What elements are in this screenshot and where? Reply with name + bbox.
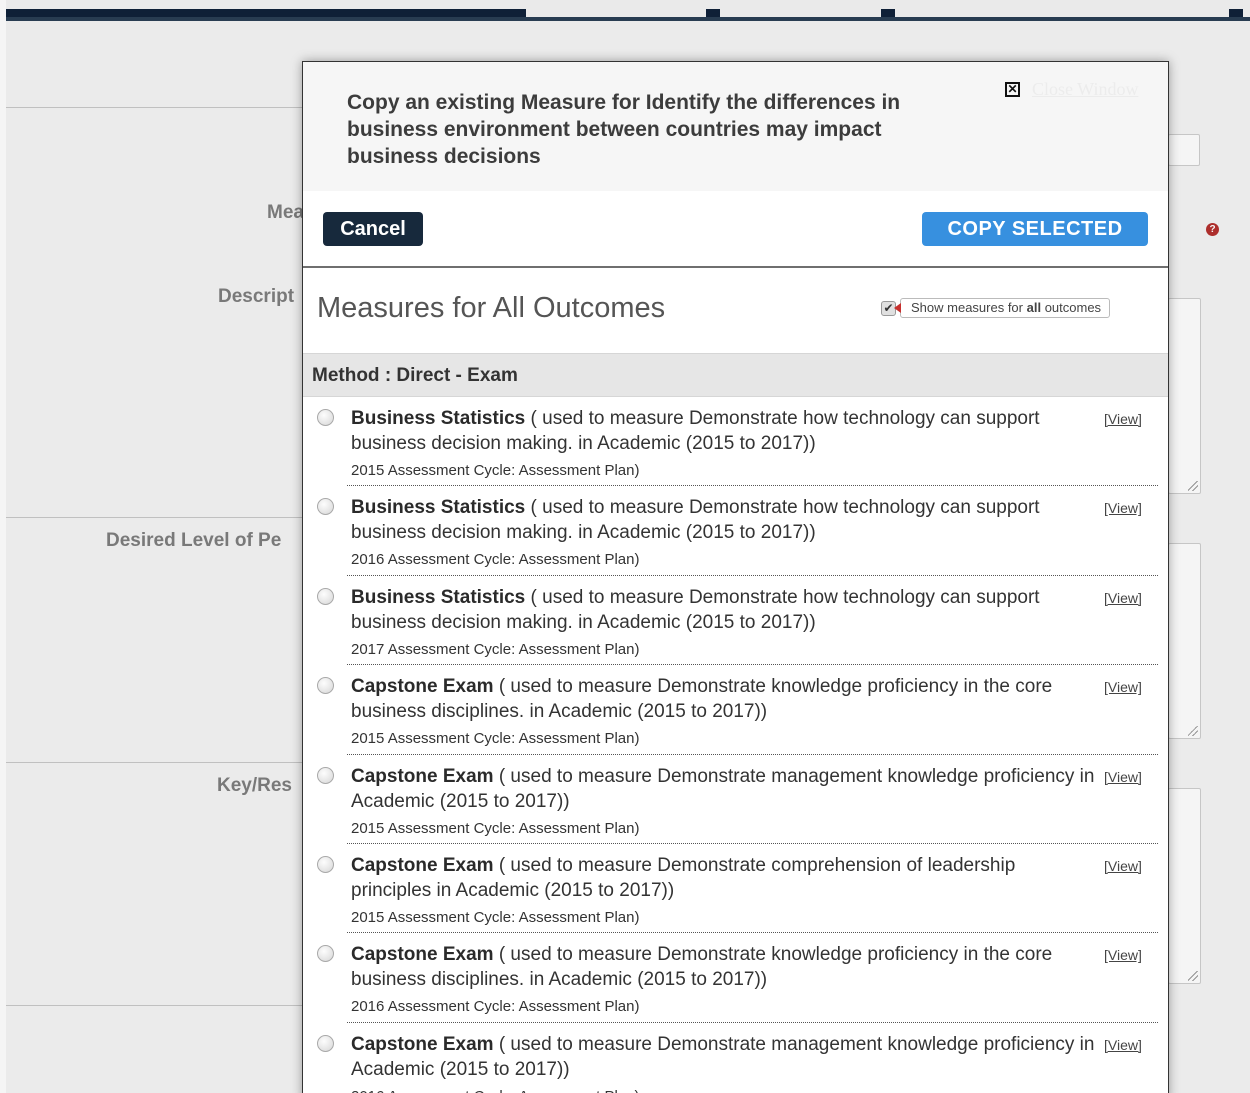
view-link[interactable]: [View] — [1104, 858, 1142, 874]
modal-title: Copy an existing Measure for Identify th… — [347, 91, 901, 168]
measure-description: Business Statistics ( used to measure De… — [351, 495, 1096, 545]
measure-description: Capstone Exam ( used to measure Demonstr… — [351, 853, 1096, 903]
copy-selected-button[interactable]: COPY SELECTED — [922, 212, 1148, 246]
measure-description: Capstone Exam ( used to measure Demonstr… — [351, 764, 1096, 814]
view-link[interactable]: [View] — [1104, 679, 1142, 695]
measure-cycle: 2017 Assessment Cycle: Assessment Plan) — [351, 640, 640, 658]
method-group-header: Method : Direct - Exam — [303, 353, 1168, 397]
measure-item[interactable]: Business Statistics ( used to measure De… — [303, 576, 1168, 666]
measure-description: Capstone Exam ( used to measure Demonstr… — [351, 942, 1096, 992]
measure-name: Capstone Exam — [351, 765, 494, 787]
measure-item[interactable]: Capstone Exam ( used to measure Demonstr… — [303, 665, 1168, 755]
measure-cycle: 2015 Assessment Cycle: Assessment Plan) — [351, 908, 640, 926]
measure-description: Business Statistics ( used to measure De… — [351, 585, 1096, 635]
measure-description: Capstone Exam ( used to measure Demonstr… — [351, 674, 1096, 724]
measure-name: Business Statistics — [351, 586, 526, 608]
measure-cycle: 2016 Assessment Cycle: Assessment Plan) — [351, 1088, 639, 1093]
show-all-outcomes-toggle[interactable]: ✔ Show measures for all outcomes — [881, 298, 1111, 318]
measure-item[interactable]: Capstone Exam ( used to measure Demonstr… — [303, 755, 1168, 845]
close-window-link[interactable]: Close Window — [1032, 79, 1138, 100]
measure-radio[interactable] — [317, 409, 334, 426]
view-link[interactable]: [View] — [1104, 1037, 1142, 1053]
view-link[interactable]: [View] — [1104, 411, 1142, 427]
measure-name: Business Statistics — [351, 497, 526, 519]
measure-item[interactable]: Capstone Exam ( used to measure Demonstr… — [303, 1023, 1168, 1093]
measure-cycle: 2016 Assessment Cycle: Assessment Plan) — [351, 551, 640, 569]
measure-item[interactable]: Business Statistics ( used to measure De… — [303, 486, 1168, 577]
measure-radio[interactable] — [317, 498, 334, 516]
measure-name: Capstone Exam — [351, 854, 494, 876]
measure-list: Business Statistics ( used to measure De… — [303, 397, 1168, 1093]
close-window-button[interactable]: ✕ Close Window — [1005, 79, 1138, 100]
measure-radio[interactable] — [317, 677, 334, 695]
modal-header: Copy an existing Measure for Identify th… — [303, 62, 1168, 191]
measure-cycle: 2015 Assessment Cycle: Assessment Plan) — [351, 730, 640, 748]
measure-name: Business Statistics — [351, 408, 526, 429]
modal-divider — [303, 266, 1168, 268]
measure-radio[interactable] — [317, 587, 334, 605]
measure-name: Capstone Exam — [351, 944, 494, 966]
measure-description: Capstone Exam ( used to measure Demonstr… — [351, 1032, 1096, 1082]
measure-radio[interactable] — [317, 766, 334, 784]
measure-item[interactable]: Capstone Exam ( used to measure Demonstr… — [303, 933, 1168, 1024]
measure-description: Business Statistics ( used to measure De… — [351, 406, 1096, 456]
measure-radio[interactable] — [317, 1034, 334, 1052]
measure-item[interactable]: Capstone Exam ( used to measure Demonstr… — [303, 844, 1168, 934]
show-all-tooltip: Show measures for all outcomes — [893, 298, 1111, 318]
measure-radio[interactable] — [317, 945, 334, 963]
view-link[interactable]: [View] — [1104, 500, 1142, 516]
method-label: Method : Direct - Exam — [312, 365, 518, 386]
measure-item[interactable]: Business Statistics ( used to measure De… — [303, 397, 1168, 487]
view-link[interactable]: [View] — [1104, 947, 1142, 963]
view-link[interactable]: [View] — [1104, 769, 1142, 785]
measure-cycle: 2016 Assessment Cycle: Assessment Plan) — [351, 998, 640, 1016]
measure-cycle: 2015 Assessment Cycle: Assessment Plan) — [351, 819, 640, 837]
measure-radio[interactable] — [317, 855, 334, 873]
measure-name: Capstone Exam — [351, 1033, 494, 1055]
measure-name: Capstone Exam — [351, 676, 494, 698]
cancel-button[interactable]: Cancel — [323, 212, 423, 246]
measure-cycle: 2015 Assessment Cycle: Assessment Plan) — [351, 462, 640, 479]
section-title: Measures for All Outcomes — [317, 292, 666, 324]
view-link[interactable]: [View] — [1104, 590, 1142, 606]
copy-measure-modal: Copy an existing Measure for Identify th… — [302, 61, 1169, 1093]
close-icon[interactable]: ✕ — [1005, 82, 1020, 97]
